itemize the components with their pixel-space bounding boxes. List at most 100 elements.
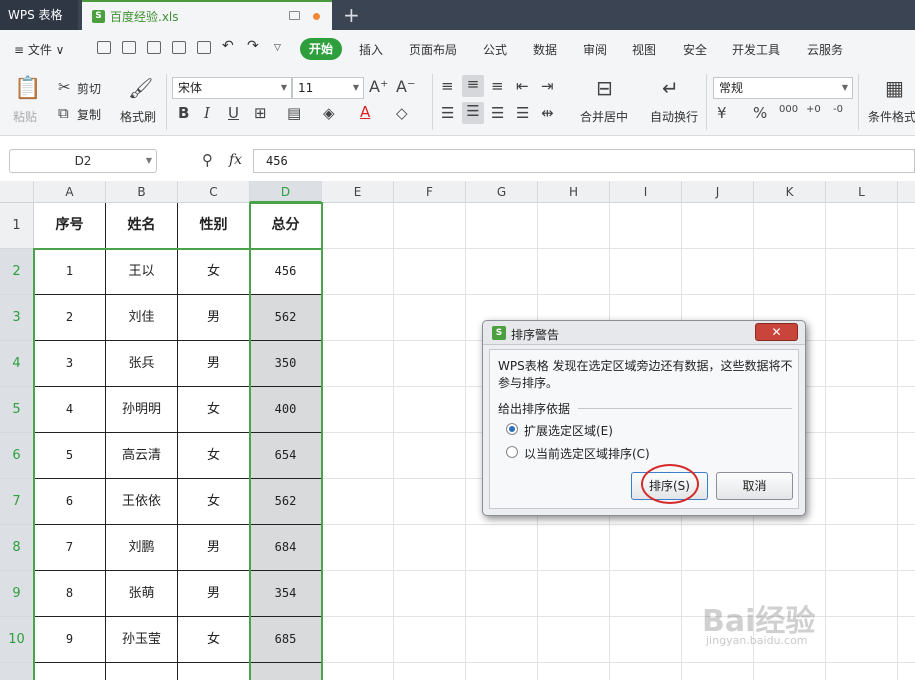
row-header-4[interactable]: 4: [0, 341, 34, 387]
tab-developer[interactable]: 开发工具: [732, 41, 780, 58]
column-header-d[interactable]: D: [250, 181, 322, 203]
font-name-select[interactable]: 宋体 ▼: [172, 77, 292, 99]
header-cell-gender[interactable]: 性别: [178, 203, 250, 249]
row-header-8[interactable]: 8: [0, 525, 34, 571]
open-icon[interactable]: [97, 41, 111, 54]
wrap-text-icon[interactable]: ↵: [662, 76, 679, 100]
select-all-corner[interactable]: [0, 181, 34, 203]
align-top-icon[interactable]: ≡: [441, 77, 454, 95]
tab-formulas[interactable]: 公式: [483, 41, 507, 58]
justify-icon[interactable]: ☰: [516, 104, 529, 122]
cell-gender[interactable]: 女: [178, 387, 250, 433]
cell-total[interactable]: 562: [250, 295, 322, 341]
cell-style-icon[interactable]: ▤: [287, 104, 301, 122]
paste-label[interactable]: 粘贴: [13, 108, 37, 125]
dialog-titlebar[interactable]: S 排序警告 ✕: [483, 321, 805, 345]
undo-icon[interactable]: ↶: [222, 38, 234, 54]
header-cell-seq[interactable]: 序号: [34, 203, 106, 249]
cell-total[interactable]: 562: [250, 479, 322, 525]
name-box[interactable]: D2 ▼: [9, 149, 157, 173]
cell-total[interactable]: 350: [250, 341, 322, 387]
column-header-c[interactable]: C: [178, 181, 250, 203]
copy-icon[interactable]: ⧉: [58, 104, 69, 122]
redo-icon[interactable]: ↷: [247, 38, 259, 54]
column-header-e[interactable]: E: [322, 181, 394, 203]
cell-seq[interactable]: 2: [34, 295, 106, 341]
unsaved-dot-icon[interactable]: [313, 13, 320, 20]
bold-button[interactable]: B: [178, 104, 189, 122]
cut-button[interactable]: 剪切: [77, 80, 101, 97]
print-icon[interactable]: [172, 41, 186, 54]
cell-name[interactable]: 孙玉莹: [106, 617, 178, 663]
expand-selection-label[interactable]: 扩展选定区域(E): [524, 422, 613, 439]
italic-button[interactable]: I: [204, 104, 210, 122]
wrap-text-button[interactable]: 自动换行: [650, 108, 698, 125]
cell-name[interactable]: 刘鹏: [106, 525, 178, 571]
cell-total[interactable]: 354: [250, 571, 322, 617]
indent-decrease-icon[interactable]: ⇤: [516, 77, 529, 95]
cell-empty[interactable]: [178, 663, 250, 680]
zoom-icon[interactable]: ⚲: [202, 151, 213, 169]
indent-increase-icon[interactable]: ⇥: [541, 77, 554, 95]
row-header-1[interactable]: 1: [0, 203, 34, 249]
column-header-m[interactable]: [898, 181, 915, 203]
border-icon[interactable]: ⊞: [254, 104, 267, 122]
currency-icon[interactable]: ¥: [717, 104, 727, 122]
column-header-g[interactable]: G: [466, 181, 538, 203]
cell-total[interactable]: 685: [250, 617, 322, 663]
align-middle-icon[interactable]: ≡: [462, 75, 484, 97]
increase-decimal-icon[interactable]: +0: [806, 104, 821, 115]
header-cell-total[interactable]: 总分: [250, 203, 322, 249]
align-center-icon[interactable]: ☰: [462, 102, 484, 124]
row-header-5[interactable]: 5: [0, 387, 34, 433]
column-header-b[interactable]: B: [106, 181, 178, 203]
app-name[interactable]: WPS 表格: [0, 0, 78, 30]
cell-empty[interactable]: [106, 663, 178, 680]
copy-button[interactable]: 复制: [77, 106, 101, 123]
decrease-decimal-icon[interactable]: -0: [833, 104, 843, 115]
save-icon[interactable]: [122, 41, 136, 54]
cell-seq[interactable]: 3: [34, 341, 106, 387]
merge-center-button[interactable]: 合并居中: [580, 108, 628, 125]
quick-access-dropdown-icon[interactable]: ▽: [274, 43, 281, 53]
percent-icon[interactable]: %: [753, 104, 767, 122]
fill-color-icon[interactable]: ◈: [323, 104, 335, 122]
cell-total[interactable]: 684: [250, 525, 322, 571]
distributed-icon[interactable]: ⇹: [541, 104, 554, 122]
cell-empty[interactable]: [34, 663, 106, 680]
conditional-format-icon[interactable]: ▦: [885, 76, 904, 100]
decrease-font-icon[interactable]: A⁻: [396, 77, 415, 96]
cell-seq[interactable]: 4: [34, 387, 106, 433]
file-tab[interactable]: S 百度经验.xls: [82, 0, 332, 30]
column-header-h[interactable]: H: [538, 181, 610, 203]
tab-review[interactable]: 审阅: [583, 41, 607, 58]
clear-format-icon[interactable]: ◇: [396, 104, 408, 122]
cancel-button[interactable]: 取消: [716, 472, 793, 500]
cell-seq[interactable]: 1: [34, 249, 106, 295]
row-header-10[interactable]: 10: [0, 617, 34, 663]
tab-home[interactable]: 开始: [300, 38, 342, 60]
row-header-9[interactable]: 9: [0, 571, 34, 617]
cell-gender[interactable]: 女: [178, 617, 250, 663]
tab-data[interactable]: 数据: [533, 41, 557, 58]
current-selection-label[interactable]: 以当前选定区域排序(C): [524, 445, 650, 462]
column-header-j[interactable]: J: [682, 181, 754, 203]
current-selection-radio[interactable]: [506, 446, 518, 458]
cell-name[interactable]: 高云清: [106, 433, 178, 479]
cell-seq[interactable]: 5: [34, 433, 106, 479]
cell-name[interactable]: 张兵: [106, 341, 178, 387]
align-bottom-icon[interactable]: ≡: [491, 77, 504, 95]
tab-cloud[interactable]: 云服务: [807, 41, 843, 58]
column-header-l[interactable]: L: [826, 181, 898, 203]
row-header-3[interactable]: 3: [0, 295, 34, 341]
cell-name[interactable]: 孙明明: [106, 387, 178, 433]
cell-total[interactable]: 456: [250, 249, 322, 295]
font-color-icon[interactable]: A: [360, 103, 370, 121]
row-header-7[interactable]: 7: [0, 479, 34, 525]
cell-gender[interactable]: 男: [178, 571, 250, 617]
cell-gender[interactable]: 女: [178, 433, 250, 479]
cell-empty[interactable]: [250, 663, 322, 680]
file-menu[interactable]: ≡ 文件 ∨: [14, 41, 64, 58]
cell-gender[interactable]: 男: [178, 341, 250, 387]
paste-icon[interactable]: 📋: [14, 76, 41, 101]
